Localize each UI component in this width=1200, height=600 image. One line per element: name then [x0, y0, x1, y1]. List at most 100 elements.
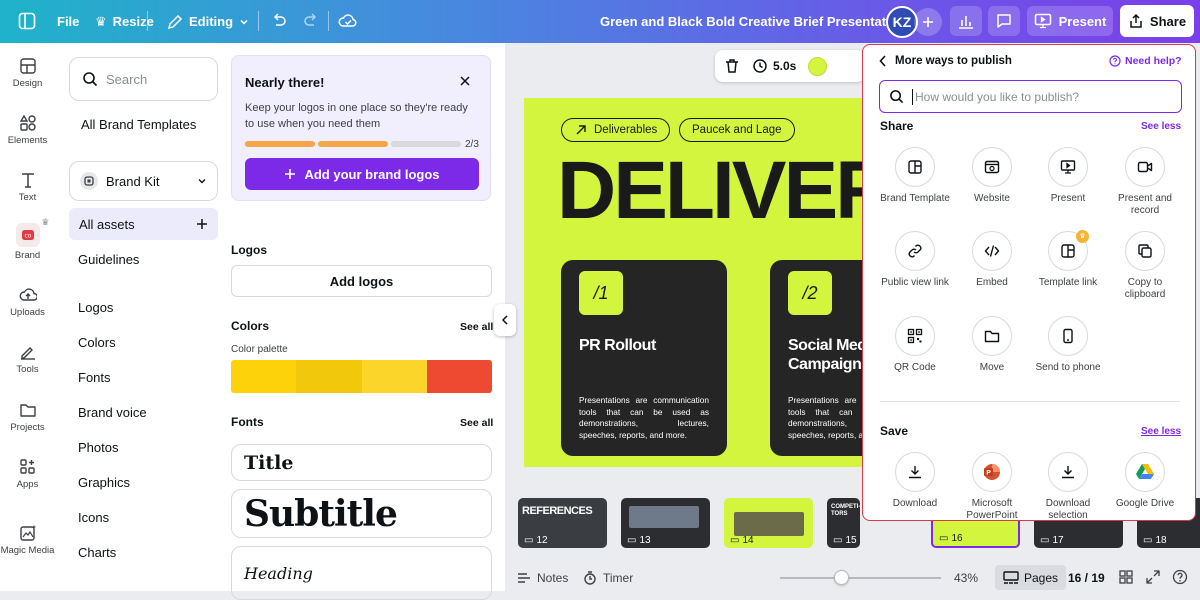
pill-deliverables[interactable]: Deliverables: [561, 118, 671, 142]
rail-item-apps[interactable]: Apps: [0, 458, 55, 490]
colors-see-all-link[interactable]: See all: [460, 321, 493, 333]
sidebar-item-guidelines[interactable]: Guidelines: [78, 252, 139, 267]
folder-move-icon: [972, 316, 1012, 356]
font-sample-title[interactable]: Title: [231, 444, 492, 481]
publish-option-qr-code[interactable]: QR Code: [877, 316, 953, 374]
publish-search-input[interactable]: How would you like to publish?: [879, 80, 1182, 113]
zoom-slider-handle[interactable]: [833, 570, 849, 585]
page-thumbnail[interactable]: ▭ 14: [724, 498, 813, 548]
present-button[interactable]: Present: [1027, 6, 1113, 36]
sidebar-item-charts[interactable]: Charts: [78, 545, 116, 560]
undo-icon[interactable]: [270, 12, 288, 30]
page-number: ▭ 15: [833, 535, 857, 546]
sidebar-item-fonts[interactable]: Fonts: [78, 370, 111, 385]
rail-label: Magic Media: [0, 545, 55, 556]
rail-item-brand[interactable]: co ♛ Brand: [0, 217, 55, 261]
slide-headline[interactable]: DELIVER: [557, 150, 864, 232]
publish-option-microsoft-powerpoint[interactable]: P Microsoft PowerPoint: [954, 452, 1030, 520]
publish-option-embed[interactable]: Embed: [954, 231, 1030, 289]
publish-option-website[interactable]: Website: [954, 147, 1030, 205]
add-collaborator-button[interactable]: [914, 8, 942, 36]
search-icon: [83, 72, 98, 87]
sidebar-item-all-assets[interactable]: All assets: [69, 208, 218, 240]
publish-option-move[interactable]: Move: [954, 316, 1030, 374]
sidebar-toggle-icon[interactable]: [18, 12, 36, 30]
add-brand-logos-button[interactable]: Add your brand logos: [245, 158, 479, 190]
notes-button[interactable]: Notes: [517, 571, 568, 585]
publish-option-google-drive[interactable]: Google Drive: [1107, 452, 1183, 510]
brand-kit-select[interactable]: Brand Kit: [69, 161, 218, 201]
sidebar-item-graphics[interactable]: Graphics: [78, 475, 130, 490]
sidebar-item-colors[interactable]: Colors: [78, 335, 116, 350]
page-thumbnail[interactable]: ▭ 13: [621, 498, 710, 548]
save-see-less-link[interactable]: See less: [1141, 426, 1181, 437]
publish-option-public-view-link[interactable]: Public view link: [877, 231, 953, 289]
left-rail: Design Elements Text co ♛ Brand Uploads …: [0, 43, 55, 591]
cloud-saved-icon[interactable]: [338, 11, 358, 31]
duration-button[interactable]: 5.0s: [752, 58, 796, 74]
publish-option-send-to-phone[interactable]: Send to phone: [1030, 316, 1106, 374]
color-swatch[interactable]: [296, 360, 362, 393]
page-thumbnail[interactable]: REFERENCES ▭ 12: [518, 498, 607, 548]
share-button[interactable]: Share: [1120, 5, 1194, 37]
option-label: Send to phone: [1035, 362, 1101, 373]
fullscreen-icon[interactable]: [1146, 570, 1160, 584]
slide-canvas[interactable]: Deliverables Paucek and Lage DELIVER /1 …: [524, 98, 864, 467]
resize-button[interactable]: ♛ Resize: [95, 0, 154, 43]
publish-option-copy-to-clipboard[interactable]: Copy to clipboard: [1107, 231, 1183, 301]
need-help-link[interactable]: Need help?: [1109, 55, 1182, 67]
rail-item-projects[interactable]: Projects: [0, 401, 55, 433]
page-count: 16 / 19: [1068, 570, 1105, 585]
document-title[interactable]: Green and Black Bold Creative Brief Pres…: [600, 0, 906, 43]
rail-item-uploads[interactable]: Uploads: [0, 286, 55, 318]
all-brand-templates-link[interactable]: All Brand Templates: [81, 117, 196, 132]
grid-view-icon[interactable]: [1119, 570, 1133, 584]
page-thumbnail[interactable]: COMPETI-TORS ▭ 15: [827, 498, 860, 548]
pill-company[interactable]: Paucek and Lage: [679, 118, 795, 142]
font-sample-subtitle[interactable]: Subtitle: [231, 489, 492, 538]
insights-button[interactable]: [950, 6, 982, 36]
rail-item-design[interactable]: Design: [0, 57, 55, 89]
close-icon[interactable]: [460, 74, 470, 89]
redo-icon[interactable]: [302, 12, 320, 30]
fonts-see-all-link[interactable]: See all: [460, 417, 493, 429]
timer-button[interactable]: Timer: [583, 571, 633, 585]
slide-card[interactable]: /2 Social Med Campaign Presentations are…: [770, 260, 864, 456]
file-menu[interactable]: File: [57, 0, 79, 43]
publish-search-placeholder: How would you like to publish?: [915, 89, 1080, 104]
publish-option-present-and-record[interactable]: Present and record: [1107, 147, 1183, 217]
publish-option-present[interactable]: Present: [1030, 147, 1106, 205]
plus-icon[interactable]: [196, 218, 208, 230]
collapse-panel-button[interactable]: [494, 304, 516, 336]
zoom-slider-track[interactable]: [780, 577, 941, 579]
help-icon[interactable]: [1172, 569, 1188, 585]
editing-mode-button[interactable]: Editing: [167, 0, 249, 43]
pages-button[interactable]: Pages: [995, 565, 1067, 590]
slide-card[interactable]: /1 PR Rollout Presentations are communic…: [561, 260, 727, 456]
sidebar-item-photos[interactable]: Photos: [78, 440, 118, 455]
font-sample-heading[interactable]: Heading: [231, 546, 492, 600]
publish-option-download-selection[interactable]: Download selection: [1030, 452, 1106, 520]
comments-button[interactable]: [988, 6, 1020, 36]
sidebar-item-brand-voice[interactable]: Brand voice: [78, 405, 147, 420]
trash-icon[interactable]: [724, 58, 740, 74]
color-swatch[interactable]: [426, 360, 492, 393]
background-color-swatch[interactable]: [808, 56, 828, 76]
publish-back-button[interactable]: More ways to publish: [879, 55, 1012, 67]
zoom-level[interactable]: 43%: [954, 571, 978, 585]
publish-option-download[interactable]: Download: [877, 452, 953, 510]
search-input[interactable]: Search: [69, 57, 218, 101]
rail-item-tools[interactable]: Tools: [0, 343, 55, 375]
sidebar-item-icons[interactable]: Icons: [78, 510, 109, 525]
publish-option-brand-template[interactable]: Brand Template: [877, 147, 953, 205]
add-logos-button[interactable]: Add logos: [231, 265, 492, 297]
rail-item-text[interactable]: Text: [0, 171, 55, 203]
rail-item-magic-media[interactable]: Magic Media: [0, 524, 55, 556]
publish-option-template-link[interactable]: ♛ Template link: [1030, 230, 1106, 289]
rail-item-elements[interactable]: Elements: [0, 114, 55, 146]
sidebar-item-logos[interactable]: Logos: [78, 300, 113, 315]
color-swatch[interactable]: [361, 360, 427, 393]
colors-section-title: Colors: [231, 319, 270, 333]
color-swatch[interactable]: [231, 360, 297, 393]
share-see-less-link[interactable]: See less: [1141, 121, 1181, 132]
